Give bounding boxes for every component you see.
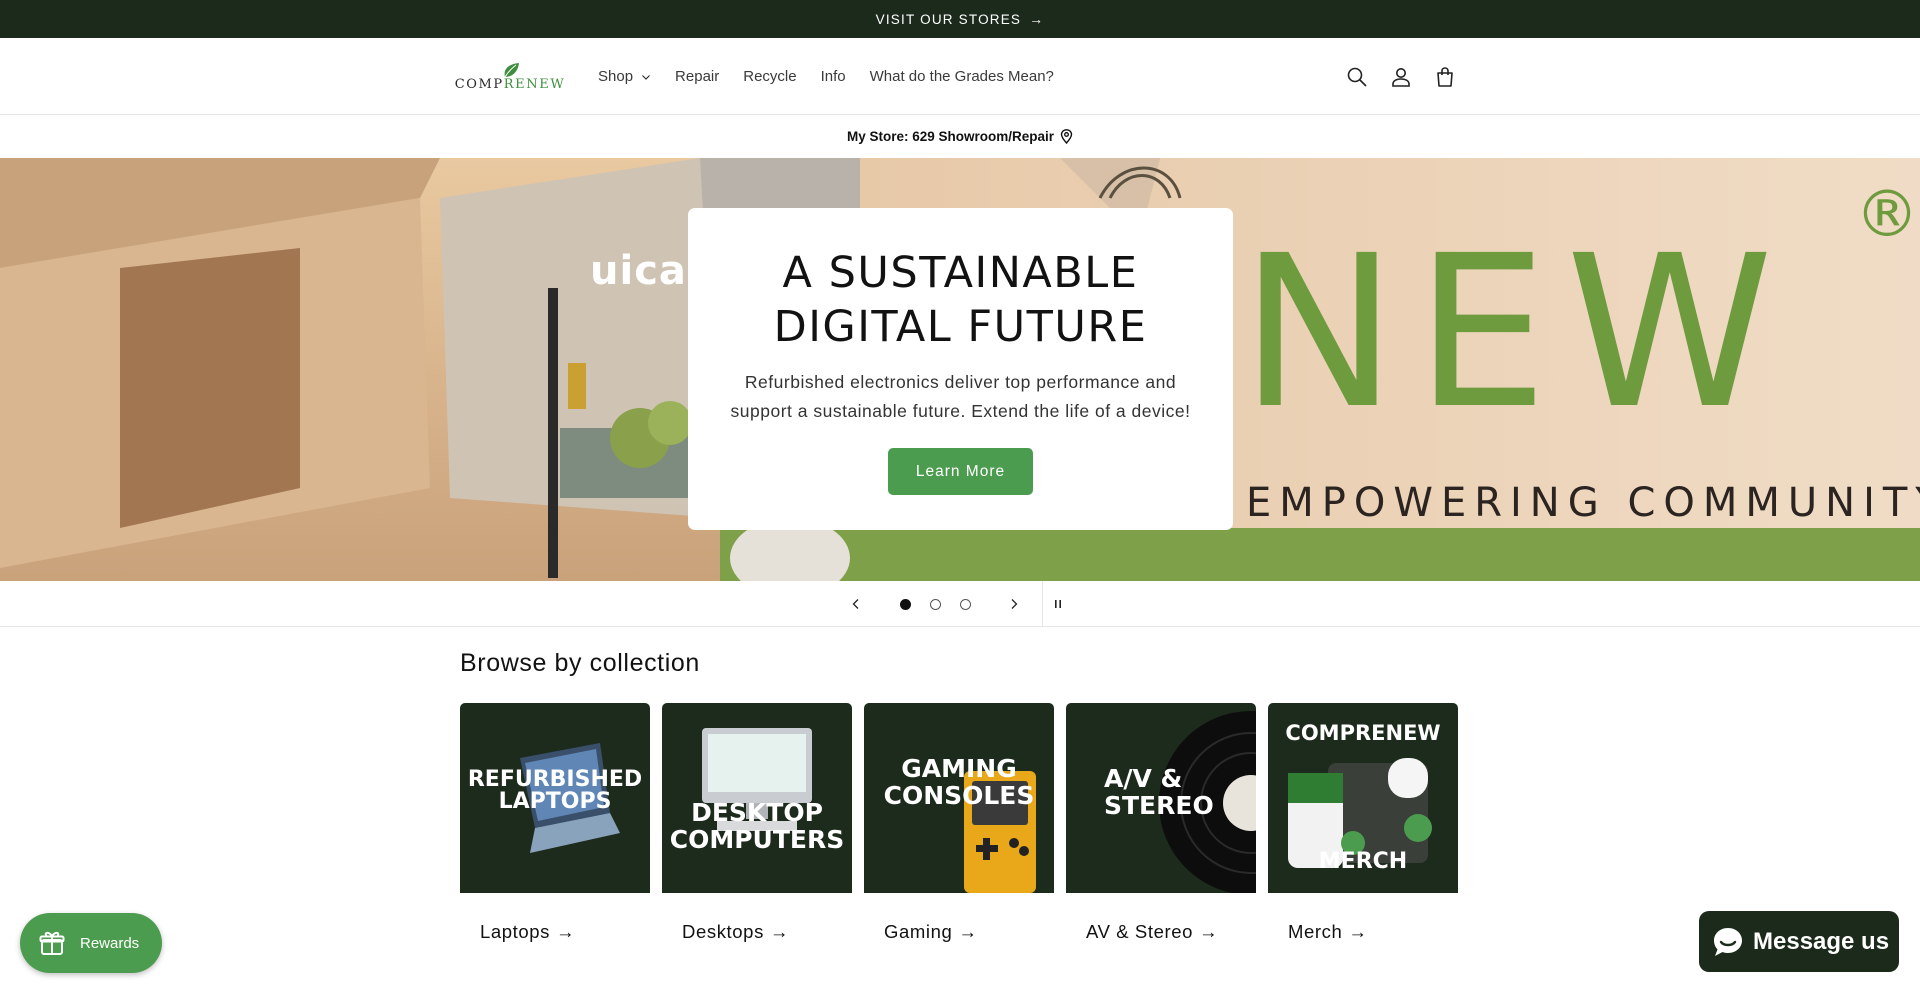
arrow-right-icon: → [769, 921, 790, 942]
collection-card-desktops[interactable]: DESKTOP COMPUTERS Desktops → [662, 703, 852, 943]
slide-dot-3[interactable] [956, 581, 974, 627]
slideshow-controls [0, 581, 1920, 627]
laptops-image-text: REFURBISHED LAPTOPS [460, 769, 650, 813]
search-icon[interactable] [1346, 66, 1368, 88]
collection-card-merch[interactable]: COMPRENEW MERCH Merch → [1268, 703, 1458, 943]
arrow-right-icon: → [958, 921, 978, 942]
slide-dot-indicator [959, 598, 971, 610]
nav-label-repair: Repair [675, 68, 720, 85]
av-stereo-label: AV & Stereo [1086, 921, 1194, 942]
nav-item-shop[interactable]: Shop [598, 68, 651, 85]
logo[interactable]: COMPRENEW [455, 62, 564, 92]
site-header: COMPRENEW Shop Repair Recycle Info What … [0, 38, 1920, 115]
hero-slideshow: NEW ® EMPOWERING COMMUNITY uica A SUSTAI… [0, 158, 1920, 581]
collections-section: Browse by collection REFURBISHED LAPTOPS… [460, 627, 1460, 943]
nav-item-repair[interactable]: Repair [675, 68, 719, 85]
arrow-right-icon: → [1199, 921, 1219, 942]
nav-label-grades: What do the Grades Mean? [869, 68, 1054, 85]
nav-item-info[interactable]: Info [821, 68, 846, 85]
collection-label-av-stereo[interactable]: AV & Stereo → [1066, 921, 1256, 943]
merch-image-text-line1: COMPRENEW [1285, 721, 1441, 745]
desktops-image-text-line2: COMPUTERS [669, 825, 845, 854]
collection-image-laptops: REFURBISHED LAPTOPS [460, 703, 650, 893]
desktops-image-text-line1: DESKTOP [691, 798, 823, 827]
collection-card-laptops[interactable]: REFURBISHED LAPTOPS Laptops → [460, 703, 650, 943]
learn-more-button[interactable]: Learn More [888, 448, 1033, 495]
account-icon[interactable] [1390, 66, 1412, 88]
laptops-image-text-line1: REFURBISHED [467, 767, 643, 792]
cart-icon[interactable] [1434, 66, 1456, 88]
desktops-label: Desktops [682, 921, 764, 942]
pause-slideshow-button[interactable] [1046, 581, 1070, 627]
collection-label-desktops[interactable]: Desktops → [662, 921, 852, 943]
gaming-image-text-line1: GAMING [901, 754, 1017, 783]
hero-subtitle: Refurbished electronics deliver top perf… [730, 372, 1191, 421]
logo-text-renew: RENEW [503, 76, 566, 92]
slide-dot-2[interactable] [926, 581, 944, 627]
gift-icon [39, 932, 65, 955]
nav-label-recycle: Recycle [743, 68, 797, 85]
nav-label-info: Info [820, 68, 846, 85]
collection-image-gaming: GAMING CONSOLES [864, 703, 1054, 893]
previous-slide-button[interactable] [840, 581, 872, 627]
header-icons [1346, 66, 1456, 88]
nav-item-grades[interactable]: What do the Grades Mean? [870, 68, 1054, 85]
controls-divider [1042, 581, 1043, 627]
rewards-button[interactable]: Rewards [20, 913, 162, 973]
collection-card-av-stereo[interactable]: A/V & STEREO AV & Stereo → [1066, 703, 1256, 943]
slide-dot-indicator [899, 598, 911, 610]
leaf-icon [504, 62, 519, 77]
slide-dot-1[interactable] [896, 581, 914, 627]
logo-text-comp: COMP [454, 76, 504, 92]
message-us-button[interactable]: Message us [1699, 911, 1899, 972]
collection-label-merch[interactable]: Merch → [1268, 921, 1458, 943]
my-store-bar[interactable]: My Store: 629 Showroom/Repair [0, 115, 1920, 158]
arrow-right-icon: → [556, 921, 576, 942]
av-image-text-line2: STEREO [1104, 791, 1214, 820]
hero-content-card: A SUSTAINABLE DIGITAL FUTURE Refurbished… [688, 208, 1233, 530]
main-nav: Shop Repair Recycle Info What do the Gra… [598, 68, 1054, 85]
laptops-image-text-line2: LAPTOPS [498, 789, 612, 814]
laptops-label: Laptops [480, 921, 551, 942]
message-us-label: Message us [1753, 927, 1890, 955]
collection-card-gaming[interactable]: GAMING CONSOLES Gaming → [864, 703, 1054, 943]
next-slide-button[interactable] [998, 581, 1030, 627]
collection-image-merch: COMPRENEW MERCH [1268, 703, 1458, 893]
gaming-image-text: GAMING CONSOLES [864, 755, 1054, 809]
my-store-label: My Store: 629 Showroom/Repair [846, 129, 1055, 144]
chat-bubble-icon [1714, 927, 1742, 956]
hero-title: A SUSTAINABLE DIGITAL FUTURE [773, 248, 1148, 352]
gaming-image-text-line2: CONSOLES [883, 781, 1035, 810]
hero-bg-registered-mark: ® [1855, 178, 1919, 252]
hero-bg-building-sign: uica [590, 248, 687, 294]
gaming-label: Gaming [884, 921, 953, 942]
av-image-text-line1: A/V & [1104, 764, 1183, 793]
arrow-right-icon: → [1348, 921, 1368, 942]
desktops-image-text: DESKTOP COMPUTERS [662, 799, 852, 853]
slide-dot-indicator [929, 598, 941, 610]
rewards-label: Rewards [80, 934, 140, 952]
collection-label-laptops[interactable]: Laptops → [460, 921, 650, 943]
announcement-bar[interactable]: VISIT OUR STORES → [0, 0, 1920, 38]
map-pin-icon [1060, 129, 1073, 144]
announcement-text[interactable]: VISIT OUR STORES [876, 12, 1021, 27]
collection-image-av-stereo: A/V & STEREO [1066, 703, 1256, 893]
chevron-right-icon [1011, 599, 1018, 609]
chevron-down-icon [642, 74, 650, 80]
arrow-right-icon: → [1029, 11, 1045, 27]
av-image-text: A/V & STEREO [1104, 765, 1214, 819]
collection-label-gaming[interactable]: Gaming → [864, 921, 1054, 943]
merch-image-text-line2: MERCH [1318, 849, 1408, 874]
collections-grid: REFURBISHED LAPTOPS Laptops → DESKTOP CO… [460, 703, 1460, 943]
nav-label-shop: Shop [598, 68, 634, 85]
collections-title: Browse by collection [460, 649, 700, 677]
pause-icon [1055, 600, 1061, 608]
merch-label: Merch [1288, 921, 1343, 942]
hero-bg-brand-text: NEW [1240, 210, 1792, 455]
hero-bg-tagline: EMPOWERING COMMUNITY [1246, 480, 1920, 526]
collection-image-desktops: DESKTOP COMPUTERS [662, 703, 852, 893]
chevron-left-icon [852, 599, 859, 609]
nav-item-recycle[interactable]: Recycle [743, 68, 796, 85]
